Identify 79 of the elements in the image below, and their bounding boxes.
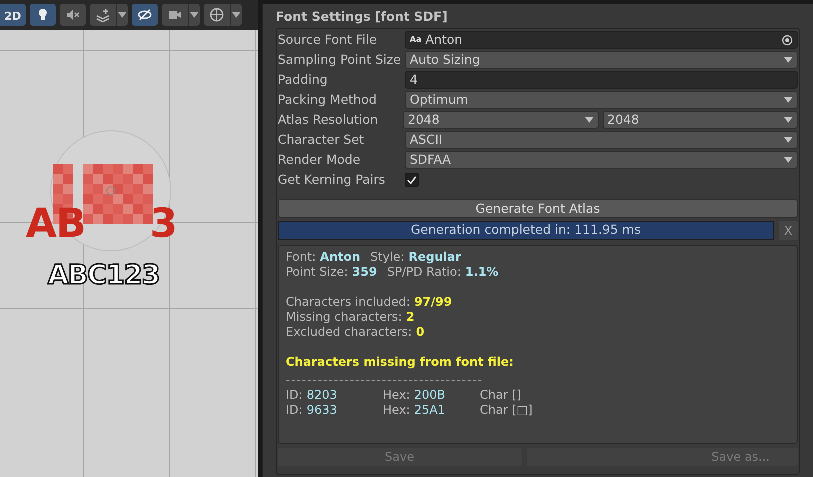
info-value: 97/99: [414, 295, 452, 310]
info-value: 359: [352, 265, 378, 280]
toolbar-button[interactable]: 2D: [0, 4, 26, 26]
checkmark-icon: [407, 176, 417, 184]
light-bulb-icon: [36, 8, 50, 22]
speaker-muted-icon: [66, 8, 80, 22]
info-label: Style:: [370, 250, 405, 265]
font-asset-icon: Aa: [410, 34, 422, 46]
field-label: Character Set: [278, 130, 366, 149]
info-label: Font:: [286, 250, 316, 265]
checkbox[interactable]: [405, 173, 419, 187]
char-text: Char [□]: [480, 403, 533, 418]
info-value: Regular: [408, 250, 462, 265]
toolbar-button[interactable]: [204, 4, 242, 26]
dropdown-toggle[interactable]: [116, 4, 128, 26]
missing-heading: Characters missing from font file:: [286, 355, 515, 371]
caret-icon: [784, 117, 793, 123]
hex-label: Hex:: [383, 403, 410, 418]
caret-icon: [784, 97, 793, 103]
scene-large-text: 3: [150, 204, 178, 244]
progress-label: Generation completed in: 111.95 ms: [410, 222, 642, 239]
caret-icon: [190, 12, 199, 18]
info-label: SP/PD Ratio:: [387, 265, 462, 280]
info-label: Point Size:: [286, 265, 348, 280]
toolbar-button[interactable]: [132, 4, 158, 26]
id-label: ID:: [286, 403, 303, 418]
object-field[interactable]: Aa Anton: [405, 31, 798, 49]
separator-text: -------------------------------------: [286, 373, 484, 388]
field-label: Get Kerning Pairs: [278, 170, 386, 189]
generate-button[interactable]: Generate Font Atlas: [278, 199, 798, 218]
toolbar-button[interactable]: [60, 4, 86, 26]
toolbar-button[interactable]: [162, 4, 200, 26]
dismiss-button[interactable]: X: [779, 221, 798, 240]
toolbar-button[interactable]: [90, 4, 128, 26]
dropdown[interactable]: Optimum: [405, 91, 798, 109]
caret-icon: [232, 12, 241, 18]
info-label: Excluded characters:: [286, 325, 412, 340]
info-value: 1.1%: [465, 265, 499, 280]
caret-icon: [118, 12, 127, 18]
field-label: Source Font File: [278, 30, 378, 49]
field-value: Anton: [426, 30, 464, 49]
dropdown-toggle[interactable]: [230, 4, 242, 26]
scene-large-text: AB: [26, 204, 86, 244]
dropdown-toggle[interactable]: [188, 4, 200, 26]
globe-icon: [210, 8, 224, 22]
dropdown[interactable]: 2048: [403, 111, 598, 129]
dropdown[interactable]: SDFAA: [405, 151, 798, 169]
dropdown[interactable]: ASCII: [405, 131, 798, 149]
caret-icon: [584, 117, 594, 123]
info-label: Missing characters:: [286, 310, 402, 325]
info-value: Anton: [320, 250, 361, 265]
target-picker-icon[interactable]: [782, 34, 793, 46]
field-label: Sampling Point Size: [278, 50, 402, 69]
hex-label: Hex:: [383, 388, 410, 403]
layers-sparkle-icon: [96, 8, 110, 22]
hex-value: 25A1: [414, 403, 446, 418]
field-label: Padding: [278, 70, 329, 89]
caret-icon: [784, 137, 793, 143]
id-label: ID:: [286, 388, 303, 403]
info-value: 0: [416, 325, 425, 340]
dropdown[interactable]: 2048: [602, 111, 798, 129]
scene-outlined-text: ABC123: [48, 262, 160, 289]
dropdown[interactable]: Auto Sizing: [405, 51, 798, 69]
caret-icon: [784, 57, 793, 63]
video-camera-icon: [168, 8, 182, 22]
field-label: Render Mode: [278, 150, 362, 169]
info-value: 2: [406, 310, 415, 325]
panel-title: Font Settings [font SDF]: [276, 8, 449, 26]
info-label: Characters included:: [286, 295, 410, 310]
hex-value: 200B: [414, 388, 446, 403]
id-value: 9633: [306, 403, 338, 418]
caret-icon: [784, 157, 793, 163]
input-field[interactable]: 4: [405, 71, 798, 89]
toolbar-button[interactable]: [30, 4, 56, 26]
field-label: Packing Method: [278, 90, 378, 109]
hidden-eye-icon: [138, 8, 152, 22]
id-value: 8203: [306, 388, 338, 403]
field-label: Atlas Resolution: [278, 110, 380, 129]
char-text: Char []: [480, 388, 522, 403]
